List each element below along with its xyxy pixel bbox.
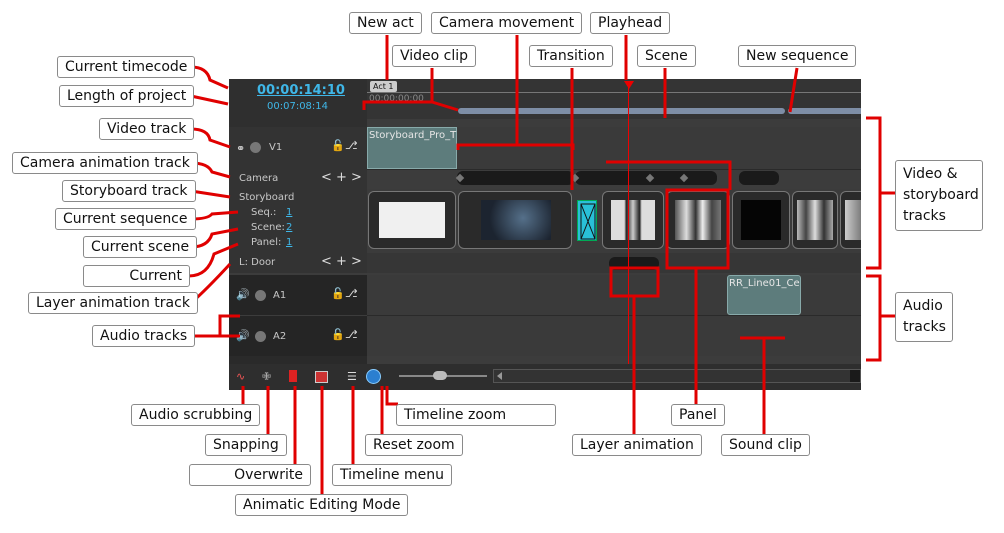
track-header-filler — [229, 356, 367, 364]
sequence-bar[interactable] — [458, 108, 785, 114]
playhead-handle[interactable] — [624, 81, 634, 89]
camera-move-bar[interactable] — [457, 171, 574, 185]
panel-thumbnail[interactable] — [732, 191, 790, 249]
record-icon[interactable] — [255, 331, 266, 342]
timeline-panel: 00:00:14:10 00:07:08:14 Act 1 00:00:00:0… — [229, 79, 861, 390]
video-track-name: V1 — [269, 142, 283, 153]
callout-panel: Panel — [671, 404, 725, 426]
panel-image — [675, 200, 721, 240]
callout-reset-zoom: Reset zoom — [365, 434, 463, 456]
callout-new-sequence: New sequence — [738, 45, 857, 67]
lock-icon[interactable]: 🔓 — [331, 139, 345, 152]
panel-thumbnail[interactable] — [458, 191, 572, 249]
audio-scrub-icon[interactable]: ∿ — [236, 370, 245, 383]
panel-thumbnail[interactable] — [368, 191, 456, 249]
overwrite-icon[interactable] — [289, 370, 297, 382]
track-option-icon[interactable]: ⎇ — [345, 287, 358, 300]
panel-thumbnail[interactable] — [840, 191, 861, 249]
sound-clip[interactable]: RR_Line01_Ce — [727, 275, 801, 315]
film-icon: ⚭ — [236, 142, 246, 155]
track-option-icon[interactable]: ⎇ — [345, 139, 358, 152]
callout-timeline-zoom: Timeline zoom — [396, 404, 556, 426]
record-icon[interactable] — [250, 142, 261, 153]
lock-icon[interactable]: 🔓 — [331, 328, 345, 341]
callout-animatic-editing-mode: Animatic Editing Mode — [235, 494, 409, 516]
callout-current-scene: Current scene — [83, 236, 198, 258]
callout-sound-clip: Sound clip — [721, 434, 810, 456]
callout-video-storyboard-tracks: Video & storyboard tracks — [895, 160, 983, 231]
transition-block[interactable] — [577, 200, 597, 241]
panel-thumbnail[interactable] — [602, 191, 664, 249]
panel-label: Panel: — [251, 237, 282, 248]
speaker-icon[interactable]: 🔊 — [236, 288, 250, 301]
callout-new-act: New act — [349, 12, 422, 34]
act-marker[interactable]: Act 1 — [370, 81, 397, 92]
callout-layer-animation-track: Layer animation track — [28, 292, 198, 314]
animatic-mode-icon[interactable] — [315, 371, 328, 383]
timeline-menu-icon[interactable]: ☰ — [347, 370, 357, 383]
callout-audio-tracks-right: Audio tracks — [895, 292, 953, 342]
callout-layer-animation: Layer animation — [572, 434, 702, 456]
callout-playhead: Playhead — [590, 12, 671, 34]
sound-clip-name: RR_Line01_Ce — [729, 278, 800, 289]
panel-value[interactable]: 1 — [286, 237, 292, 248]
scene-label: Scene: — [251, 222, 285, 233]
camera-track-name: Camera — [239, 173, 279, 184]
callout-current-sequence: Current sequence — [55, 208, 196, 230]
callout-transition: Transition — [529, 45, 613, 67]
panel-image — [379, 202, 445, 238]
callout-storyboard-track: Storyboard track — [62, 180, 196, 202]
horizontal-scrollbar[interactable] — [493, 369, 861, 383]
storyboard-title: Storyboard — [239, 192, 295, 203]
track-option-icon[interactable]: ⎇ — [345, 328, 358, 341]
lock-icon[interactable]: 🔓 — [331, 287, 345, 300]
record-icon[interactable] — [255, 290, 266, 301]
ruler-timecode: 00:00:00:00 — [369, 94, 424, 104]
panel-image — [741, 200, 781, 240]
panel-image — [611, 200, 655, 240]
layer-track-name: L: Door — [239, 257, 276, 268]
scroll-thumb[interactable] — [850, 370, 860, 382]
scroll-left-icon[interactable] — [497, 372, 502, 380]
callout-snapping: Snapping — [205, 434, 287, 456]
panel-image — [797, 200, 833, 240]
project-length: 00:07:08:14 — [267, 101, 329, 112]
audio-track-name: A1 — [273, 290, 287, 301]
seq-label: Seq.: — [251, 207, 277, 218]
sequence-bar[interactable] — [788, 108, 861, 114]
callout-audio-tracks: Audio tracks — [92, 325, 196, 347]
current-timecode[interactable]: 00:00:14:10 — [257, 83, 345, 98]
callout-video-clip: Video clip — [392, 45, 477, 67]
camera-move-bar[interactable] — [739, 171, 779, 185]
callout-length-of-project: Length of project — [59, 85, 195, 107]
audio-track-name: A2 — [273, 331, 287, 342]
zoom-slider-handle[interactable] — [433, 371, 447, 380]
callout-camera-animation-track: Camera animation track — [12, 152, 198, 174]
video-clip-name: Storyboard_Pro_T — [369, 130, 457, 141]
panel-thumbnail[interactable] — [666, 191, 730, 249]
layer-animation-bar[interactable] — [609, 257, 659, 270]
playhead-line[interactable] — [628, 87, 629, 364]
callout-scene: Scene — [637, 45, 696, 67]
callout-audio-scrubbing: Audio scrubbing — [131, 404, 261, 426]
panel-thumbnail[interactable] — [792, 191, 838, 249]
callout-overwrite: Overwrite — [189, 464, 311, 486]
callout-video-track: Video track — [99, 118, 195, 140]
layer-keyframe-controls[interactable]: < + > — [321, 254, 362, 269]
scene-value[interactable]: 2 — [286, 222, 292, 233]
callout-camera-movement: Camera movement — [431, 12, 583, 34]
snapping-icon[interactable]: ✙ — [262, 370, 271, 383]
audio-track[interactable] — [367, 316, 861, 356]
seq-value[interactable]: 1 — [286, 207, 292, 218]
reset-zoom-icon[interactable] — [366, 369, 381, 384]
panel-image — [845, 200, 861, 240]
callout-current: Current — [83, 265, 190, 287]
ruler-line — [367, 92, 861, 93]
video-clip[interactable]: Storyboard_Pro_T — [367, 127, 457, 169]
speaker-icon[interactable]: 🔊 — [236, 329, 250, 342]
callout-timeline-menu: Timeline menu — [332, 464, 452, 486]
callout-current-timecode: Current timecode — [57, 56, 196, 78]
panel-image — [481, 200, 551, 240]
camera-keyframe-controls[interactable]: < + > — [321, 170, 362, 185]
